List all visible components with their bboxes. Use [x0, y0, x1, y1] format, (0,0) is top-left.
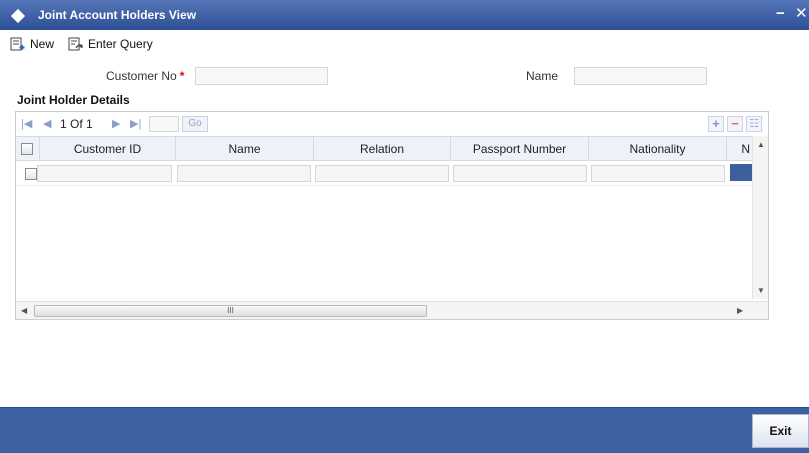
footer-bar: Exit: [0, 407, 809, 453]
diamond-icon: [10, 8, 26, 24]
exit-button[interactable]: Exit: [752, 414, 809, 448]
new-icon: [10, 37, 26, 51]
column-header-relation[interactable]: Relation: [314, 137, 451, 161]
relation-cell[interactable]: [315, 165, 449, 182]
row-checkbox[interactable]: [25, 168, 37, 180]
prev-page-icon[interactable]: ◀: [43, 118, 51, 130]
column-header-passport-number[interactable]: Passport Number: [451, 137, 589, 161]
toolbar: New Enter Query: [0, 33, 809, 53]
customer-no-field[interactable]: [195, 67, 328, 85]
scroll-left-icon[interactable]: ◀: [21, 306, 27, 315]
scroll-up-icon[interactable]: ▲: [757, 140, 765, 149]
horizontal-scrollbar[interactable]: ◀ III ▶: [16, 301, 768, 319]
customer-no-label: Customer No *: [106, 69, 184, 83]
joint-holder-details-title: Joint Holder Details: [17, 93, 130, 107]
grid-header-row: Customer ID Name Relation Passport Numbe…: [16, 136, 768, 161]
window-title: Joint Account Holders View: [38, 8, 197, 22]
new-button-label: New: [30, 37, 55, 51]
page-indicator: 1 Of 1: [60, 117, 93, 131]
vertical-scrollbar[interactable]: ▲ ▼: [752, 136, 768, 299]
table-row: [16, 162, 752, 186]
customer-id-cell[interactable]: [37, 165, 172, 182]
column-header-customer-id[interactable]: Customer ID: [40, 137, 176, 161]
column-header-name[interactable]: Name: [176, 137, 314, 161]
enter-query-label: Enter Query: [88, 37, 153, 51]
view-rows-icon[interactable]: ☷: [746, 116, 762, 132]
grid-pager: |◀ ◀ 1 Of 1 ▶ ▶| Go + − ☷: [16, 112, 768, 136]
select-all-checkbox[interactable]: [21, 143, 33, 155]
column-header-truncated[interactable]: N: [727, 137, 752, 161]
required-marker: *: [179, 69, 185, 83]
joint-holder-grid: |◀ ◀ 1 Of 1 ▶ ▶| Go + − ☷ Customer ID Na…: [15, 111, 769, 320]
remove-row-icon[interactable]: −: [727, 116, 743, 132]
go-button[interactable]: Go: [182, 116, 208, 132]
enter-query-icon: [68, 37, 84, 51]
column-header-nationality[interactable]: Nationality: [589, 137, 727, 161]
minimize-button[interactable]: −: [776, 5, 785, 23]
add-row-icon[interactable]: +: [708, 116, 724, 132]
enter-query-button[interactable]: Enter Query: [68, 35, 153, 53]
scroll-right-icon[interactable]: ▶: [737, 306, 743, 315]
next-page-icon[interactable]: ▶: [112, 118, 120, 130]
passport-number-cell[interactable]: [453, 165, 587, 182]
horizontal-scroll-thumb[interactable]: III: [34, 305, 427, 317]
scroll-down-icon[interactable]: ▼: [757, 286, 765, 295]
page-number-input[interactable]: [149, 116, 179, 132]
selected-cell[interactable]: [730, 164, 752, 181]
name-field[interactable]: [574, 67, 707, 85]
last-page-icon[interactable]: ▶|: [130, 118, 141, 130]
close-button[interactable]: ✕: [795, 5, 808, 23]
nationality-cell[interactable]: [591, 165, 725, 182]
select-all-cell: [16, 137, 40, 161]
name-cell[interactable]: [177, 165, 311, 182]
name-label: Name: [526, 69, 559, 83]
customer-no-label-text: Customer No: [106, 69, 177, 83]
first-page-icon[interactable]: |◀: [21, 118, 32, 130]
window-title-bar: Joint Account Holders View − ✕: [0, 0, 809, 30]
new-button[interactable]: New: [10, 35, 54, 53]
